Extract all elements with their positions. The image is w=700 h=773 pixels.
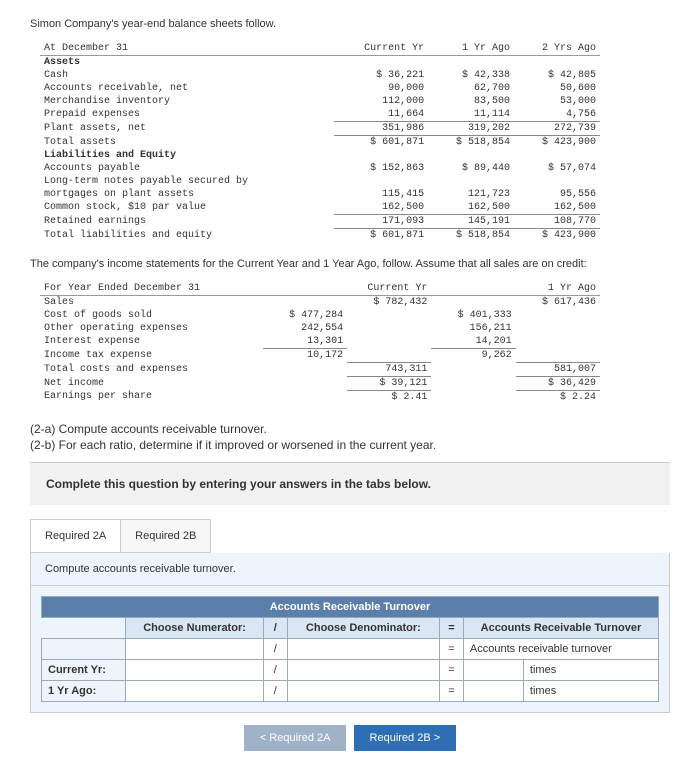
- result-header-label: Accounts receivable turnover: [463, 638, 658, 659]
- question-2a: (2-a) Compute accounts receivable turnov…: [30, 422, 670, 436]
- bs-row: Prepaid expenses: [40, 108, 334, 122]
- numerator-select[interactable]: [126, 638, 264, 659]
- bs-row: Cash: [40, 69, 334, 82]
- intro-text-1: Simon Company's year-end balance sheets …: [30, 18, 670, 30]
- cur-unit: times: [523, 659, 658, 680]
- is-row: Cost of goods sold: [40, 309, 263, 322]
- bs-row: Retained earnings: [40, 215, 334, 229]
- is-head-1yr: 1 Yr Ago: [431, 282, 600, 296]
- is-sales: Sales: [40, 296, 263, 310]
- bs-head-1yr: 1 Yr Ago: [428, 42, 514, 56]
- tab-body-text: Compute accounts receivable turnover.: [30, 553, 670, 586]
- bs-head-label: At December 31: [40, 42, 334, 56]
- bs-liab-label: Liabilities and Equity: [40, 149, 334, 162]
- question-2b: (2-b) For each ratio, determine if it im…: [30, 438, 670, 452]
- th-op-eq: =: [439, 617, 463, 638]
- is-tce: Total costs and expenses: [40, 362, 263, 376]
- is-row: Income tax expense: [40, 349, 263, 363]
- is-eps: Earnings per share: [40, 390, 263, 404]
- prev-button[interactable]: < Required 2A: [244, 725, 347, 751]
- bs-total-assets: Total assets: [40, 136, 334, 150]
- income-statement-table: For Year Ended December 31 Current Yr 1 …: [40, 282, 600, 404]
- instructions-bar: Complete this question by entering your …: [30, 462, 670, 505]
- cur-num-input[interactable]: [126, 659, 264, 680]
- cur-result-input[interactable]: [463, 659, 523, 680]
- cur-den-input[interactable]: [287, 659, 439, 680]
- bs-row: Accounts payable: [40, 162, 334, 175]
- bs-total-liab-eq: Total liabilities and equity: [40, 229, 334, 243]
- bs-assets-label: Assets: [40, 56, 334, 70]
- bs-row: Common stock, $10 par value: [40, 201, 334, 215]
- bs-row: Accounts receivable, net: [40, 82, 334, 95]
- is-row: Interest expense: [40, 335, 263, 349]
- tab-required-2b[interactable]: Required 2B: [121, 520, 210, 552]
- bs-row: Long-term notes payable secured by: [40, 175, 334, 188]
- bs-head-2yr: 2 Yrs Ago: [514, 42, 600, 56]
- bs-row: mortgages on plant assets: [40, 188, 334, 201]
- bs-head-cur: Current Yr: [334, 42, 428, 56]
- tabs: Required 2A Required 2B: [30, 519, 211, 553]
- row-current-yr: Current Yr:: [42, 659, 126, 680]
- is-net-income: Net income: [40, 376, 263, 390]
- intro-text-2: The company's income statements for the …: [30, 258, 670, 270]
- is-head-cur: Current Yr: [263, 282, 432, 296]
- next-button[interactable]: Required 2B >: [354, 725, 457, 751]
- balance-sheet-table: At December 31 Current Yr 1 Yr Ago 2 Yrs…: [40, 42, 600, 242]
- th-numerator: Choose Numerator:: [126, 617, 264, 638]
- denominator-select[interactable]: [287, 638, 439, 659]
- turnover-title: Accounts Receivable Turnover: [42, 596, 659, 617]
- th-denominator: Choose Denominator:: [287, 617, 439, 638]
- th-op-div: /: [263, 617, 287, 638]
- is-row: Other operating expenses: [40, 322, 263, 335]
- bs-row: Plant assets, net: [40, 122, 334, 136]
- th-result: Accounts Receivable Turnover: [463, 617, 658, 638]
- is-head-label: For Year Ended December 31: [40, 282, 263, 296]
- turnover-input-table: Accounts Receivable Turnover Choose Nume…: [41, 596, 659, 702]
- bs-row: Merchandise inventory: [40, 95, 334, 108]
- tab-required-2a[interactable]: Required 2A: [31, 520, 121, 552]
